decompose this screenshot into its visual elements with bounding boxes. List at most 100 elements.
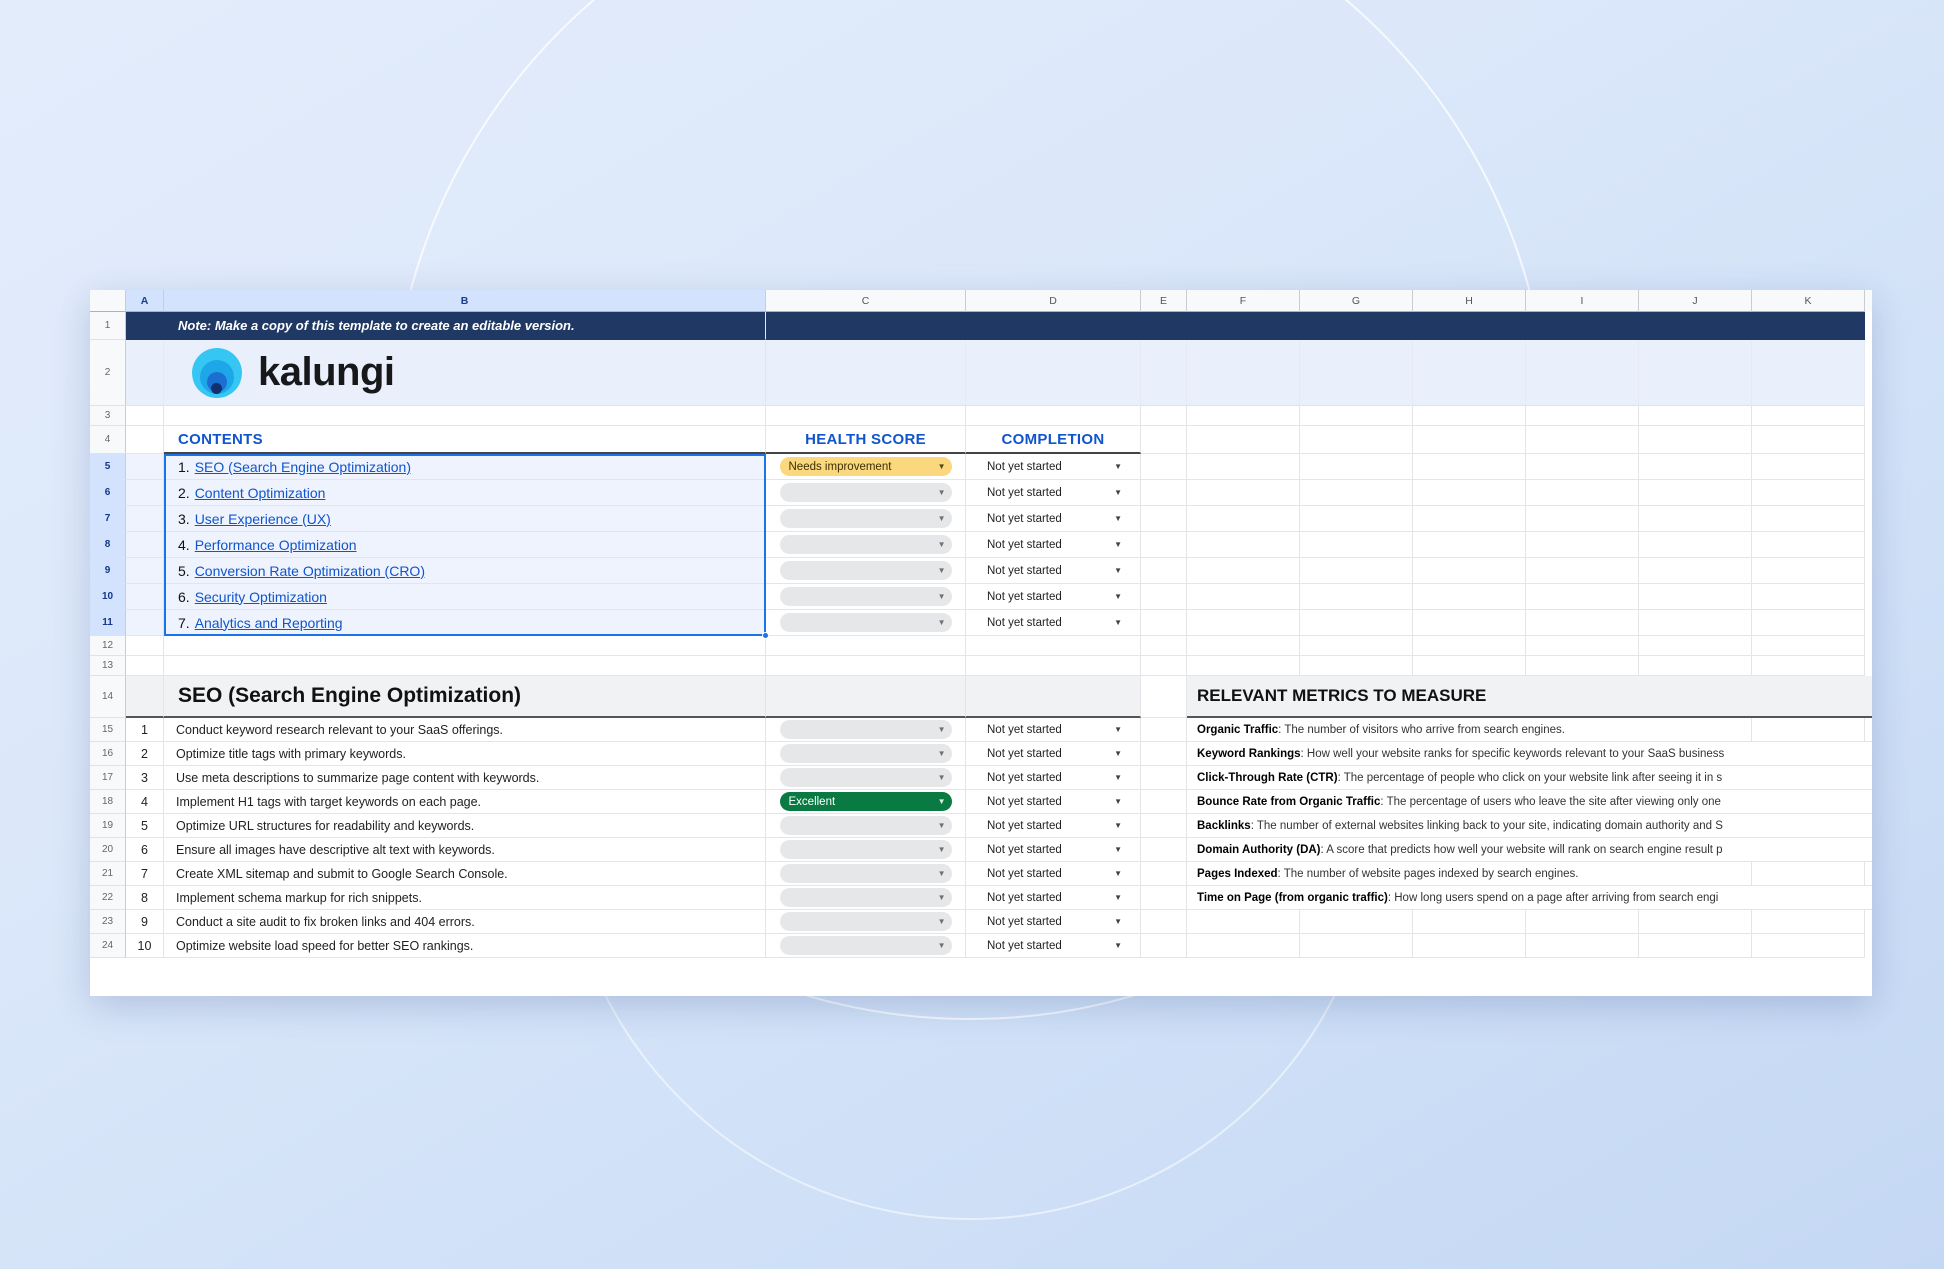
cell-K23[interactable] (1752, 910, 1865, 934)
cell-C20[interactable]: ▼ (766, 838, 966, 862)
row-number-13[interactable]: 13 (90, 656, 126, 676)
column-header-E[interactable]: E (1141, 290, 1187, 312)
cell-F12[interactable] (1187, 636, 1300, 656)
health-score-dropdown[interactable]: Excellent ▼ (779, 792, 952, 811)
cell-E12[interactable] (1141, 636, 1187, 656)
cell-D19[interactable]: Not yet started ▼ (966, 814, 1141, 838)
column-header-B[interactable]: B (164, 290, 766, 312)
contents-item-1[interactable]: 1. SEO (Search Engine Optimization) (164, 454, 766, 480)
cell-E17[interactable] (1141, 766, 1187, 790)
cell-A4[interactable] (126, 426, 164, 454)
cell-I6[interactable] (1526, 480, 1639, 506)
cell-E18[interactable] (1141, 790, 1187, 814)
cell-G9[interactable] (1300, 558, 1413, 584)
contents-item-link[interactable]: Performance Optimization (195, 537, 357, 553)
cell-D15[interactable]: Not yet started ▼ (966, 718, 1141, 742)
metric-item[interactable]: Organic Traffic: The number of visitors … (1187, 718, 1639, 742)
cell-G24[interactable] (1300, 934, 1413, 958)
cell-E9[interactable] (1141, 558, 1187, 584)
cell-J5[interactable] (1639, 454, 1752, 480)
cell-I3[interactable] (1526, 406, 1639, 426)
cell-C12[interactable] (766, 636, 966, 656)
cell-F3[interactable] (1187, 406, 1300, 426)
cell-G8[interactable] (1300, 532, 1413, 558)
metric-item[interactable]: Click-Through Rate (CTR): The percentage… (1187, 766, 1872, 790)
task-description[interactable]: Optimize URL structures for readability … (164, 814, 766, 838)
cell-J8[interactable] (1639, 532, 1752, 558)
cell-H11[interactable] (1413, 610, 1526, 636)
cell-D13[interactable] (966, 656, 1141, 676)
task-description[interactable]: Conduct keyword research relevant to you… (164, 718, 766, 742)
row-number-23[interactable]: 23 (90, 910, 126, 934)
row-number-20[interactable]: 20 (90, 838, 126, 862)
cell-J7[interactable] (1639, 506, 1752, 532)
cell-D22[interactable]: Not yet started ▼ (966, 886, 1141, 910)
column-header-J[interactable]: J (1639, 290, 1752, 312)
cell-G6[interactable] (1300, 480, 1413, 506)
cell-D12[interactable] (966, 636, 1141, 656)
cell-I23[interactable] (1526, 910, 1639, 934)
cell-A7[interactable] (126, 506, 164, 532)
cell-A11[interactable] (126, 610, 164, 636)
cell-D2[interactable] (966, 340, 1141, 406)
cell-G3[interactable] (1300, 406, 1413, 426)
row-number-14[interactable]: 14 (90, 676, 126, 718)
column-header-G[interactable]: G (1300, 290, 1413, 312)
cell-J24[interactable] (1639, 934, 1752, 958)
completion-dropdown[interactable]: Not yet started ▼ (978, 888, 1128, 907)
cell-C14[interactable] (766, 676, 966, 718)
completion-dropdown[interactable]: Not yet started ▼ (978, 587, 1128, 606)
cell-I1[interactable] (1526, 312, 1639, 340)
metric-item[interactable]: Pages Indexed: The number of website pag… (1187, 862, 1639, 886)
contents-item-7[interactable]: 7. Analytics and Reporting (164, 610, 766, 636)
row-number-24[interactable]: 24 (90, 934, 126, 958)
task-description[interactable]: Implement schema markup for rich snippet… (164, 886, 766, 910)
cell-C10[interactable]: ▼ (766, 584, 966, 610)
cell-J6[interactable] (1639, 480, 1752, 506)
cell-E11[interactable] (1141, 610, 1187, 636)
completion-dropdown[interactable]: Not yet started ▼ (978, 744, 1128, 763)
cell-I12[interactable] (1526, 636, 1639, 656)
contents-item-6[interactable]: 6. Security Optimization (164, 584, 766, 610)
column-header-A[interactable]: A (126, 290, 164, 312)
cell-F13[interactable] (1187, 656, 1300, 676)
contents-item-3[interactable]: 3. User Experience (UX) (164, 506, 766, 532)
cell-J1[interactable] (1639, 312, 1752, 340)
row-number-6[interactable]: 6 (90, 480, 126, 506)
cell-A8[interactable] (126, 532, 164, 558)
cell-K12[interactable] (1752, 636, 1865, 656)
cell-E5[interactable] (1141, 454, 1187, 480)
cell-C19[interactable]: ▼ (766, 814, 966, 838)
cell-H7[interactable] (1413, 506, 1526, 532)
cell-J10[interactable] (1639, 584, 1752, 610)
cell-E24[interactable] (1141, 934, 1187, 958)
cell-I5[interactable] (1526, 454, 1639, 480)
cell-F24[interactable] (1187, 934, 1300, 958)
row-number-16[interactable]: 16 (90, 742, 126, 766)
contents-item-link[interactable]: SEO (Search Engine Optimization) (195, 459, 411, 475)
cell-D21[interactable]: Not yet started ▼ (966, 862, 1141, 886)
contents-item-5[interactable]: 5. Conversion Rate Optimization (CRO) (164, 558, 766, 584)
cell-I2[interactable] (1526, 340, 1639, 406)
cell-E13[interactable] (1141, 656, 1187, 676)
cell-J11[interactable] (1639, 610, 1752, 636)
row-number-18[interactable]: 18 (90, 790, 126, 814)
cell-K13[interactable] (1752, 656, 1865, 676)
cell-C21[interactable]: ▼ (766, 862, 966, 886)
cell-H2[interactable] (1413, 340, 1526, 406)
health-score-dropdown[interactable]: ▼ (779, 816, 952, 835)
cell-J9[interactable] (1639, 558, 1752, 584)
cell-H4[interactable] (1413, 426, 1526, 454)
cell-I13[interactable] (1526, 656, 1639, 676)
contents-item-link[interactable]: User Experience (UX) (195, 511, 331, 527)
contents-item-link[interactable]: Analytics and Reporting (195, 615, 343, 631)
completion-dropdown[interactable]: Not yet started ▼ (978, 816, 1128, 835)
cell-I24[interactable] (1526, 934, 1639, 958)
health-score-dropdown[interactable]: ▼ (779, 587, 952, 606)
completion-dropdown[interactable]: Not yet started ▼ (978, 912, 1128, 931)
cell-G12[interactable] (1300, 636, 1413, 656)
cell-F23[interactable] (1187, 910, 1300, 934)
cell-H9[interactable] (1413, 558, 1526, 584)
cell-E7[interactable] (1141, 506, 1187, 532)
cell-F8[interactable] (1187, 532, 1300, 558)
